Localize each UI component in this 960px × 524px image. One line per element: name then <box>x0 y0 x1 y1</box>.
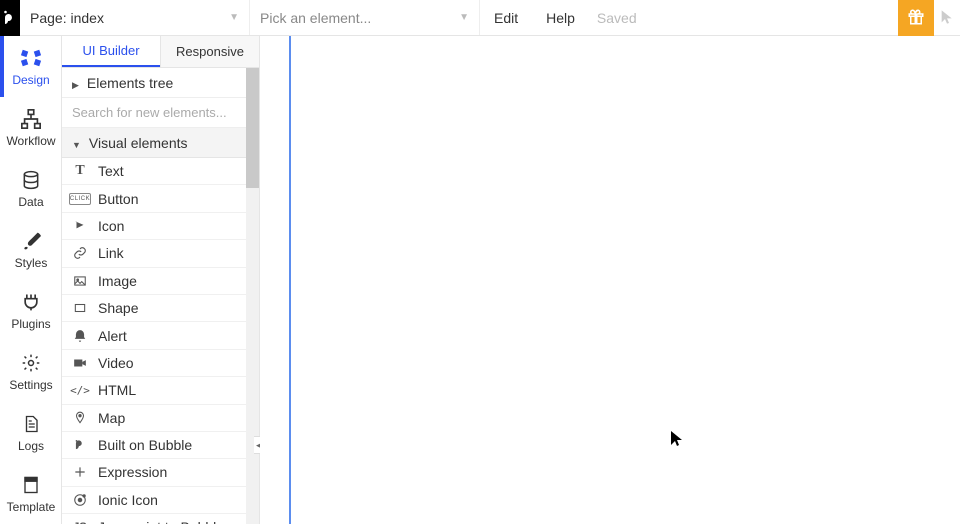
video-icon <box>72 355 88 371</box>
rail-plugins[interactable]: Plugins <box>0 280 62 341</box>
caret-down-icon: ▼ <box>229 12 239 23</box>
element-picker-dropdown[interactable]: Pick an element... ▼ <box>250 0 480 35</box>
canvas[interactable] <box>260 36 960 524</box>
element-label: Shape <box>98 300 138 316</box>
logs-icon <box>20 413 42 435</box>
page-selector-dropdown[interactable]: Page: index ▼ <box>20 0 250 35</box>
element-video[interactable]: Video <box>62 350 246 377</box>
element-link[interactable]: Link <box>62 240 246 267</box>
design-icon <box>20 47 42 69</box>
element-shape[interactable]: Shape <box>62 295 246 322</box>
expression-icon <box>72 464 88 480</box>
app-logo[interactable] <box>0 0 20 36</box>
element-label: HTML <box>98 382 136 398</box>
element-search-input[interactable] <box>72 105 236 120</box>
icon-icon <box>72 218 88 234</box>
help-menu[interactable]: Help <box>532 10 589 26</box>
selection-cursor-button[interactable] <box>934 0 960 36</box>
shape-icon <box>72 300 88 316</box>
data-icon <box>20 169 42 191</box>
panel-scrollbar[interactable] <box>246 68 259 524</box>
map-icon <box>72 410 88 426</box>
element-map[interactable]: Map <box>62 405 246 432</box>
element-html[interactable]: </> HTML <box>62 377 246 404</box>
element-label: Alert <box>98 328 127 344</box>
html-icon: </> <box>72 382 88 398</box>
element-built-on-bubble[interactable]: Built on Bubble <box>62 432 246 459</box>
canvas-page-edge <box>289 36 291 524</box>
element-label: Javascript to Bubble <box>98 519 224 524</box>
rail-settings[interactable]: Settings <box>0 341 62 402</box>
rail-workflow[interactable]: Workflow <box>0 97 62 158</box>
element-label: Link <box>98 245 124 261</box>
element-icon[interactable]: Icon <box>62 213 246 240</box>
element-label: Map <box>98 410 125 426</box>
element-text[interactable]: T Text <box>62 158 246 185</box>
gift-icon <box>907 8 925 29</box>
chevron-right-icon <box>72 75 79 91</box>
element-label: Expression <box>98 464 167 480</box>
element-label: Icon <box>98 218 124 234</box>
visual-elements-group[interactable]: Visual elements <box>62 128 246 158</box>
element-picker-placeholder: Pick an element... <box>260 10 371 26</box>
chevron-down-icon <box>72 135 81 151</box>
element-label: Video <box>98 355 134 371</box>
rail-styles[interactable]: Styles <box>0 219 62 280</box>
element-expression[interactable]: Expression <box>62 459 246 486</box>
left-nav-rail: Design Workflow Data Styles Plugins Sett… <box>0 36 62 524</box>
link-icon <box>72 245 88 261</box>
element-label: Built on Bubble <box>98 437 192 453</box>
workflow-icon <box>20 108 42 130</box>
image-icon <box>72 273 88 289</box>
page-selector-label: Page: index <box>30 10 104 26</box>
element-button[interactable]: CLICK Button <box>62 185 246 212</box>
element-label: Text <box>98 163 124 179</box>
template-icon <box>20 474 42 496</box>
built-on-bubble-icon <box>72 437 88 453</box>
element-ionic-icon[interactable]: Ionic Icon <box>62 487 246 514</box>
tab-responsive[interactable]: Responsive <box>160 36 259 67</box>
gift-button[interactable] <box>898 0 934 36</box>
element-image[interactable]: Image <box>62 268 246 295</box>
caret-down-icon: ▼ <box>459 12 469 23</box>
plugins-icon <box>20 291 42 313</box>
tab-ui-builder[interactable]: UI Builder <box>62 36 160 67</box>
element-label: Ionic Icon <box>98 492 158 508</box>
elements-tree-toggle[interactable]: Elements tree <box>62 68 246 98</box>
alert-icon <box>72 328 88 344</box>
text-icon: T <box>72 163 88 179</box>
ionic-icon-icon <box>72 492 88 508</box>
settings-icon <box>20 352 42 374</box>
rail-template[interactable]: Template <box>0 463 62 524</box>
element-label: Button <box>98 191 138 207</box>
element-label: Image <box>98 273 137 289</box>
javascript-to-bubble-icon: JS <box>72 519 88 524</box>
edit-menu[interactable]: Edit <box>480 10 532 26</box>
rail-design[interactable]: Design <box>0 36 62 97</box>
cursor-icon <box>939 9 955 28</box>
elements-panel: UI Builder Responsive Elements tree Visu… <box>62 36 260 524</box>
save-status: Saved <box>589 10 645 26</box>
rail-data[interactable]: Data <box>0 158 62 219</box>
button-icon: CLICK <box>72 191 88 207</box>
element-alert[interactable]: Alert <box>62 322 246 349</box>
styles-icon <box>20 230 42 252</box>
element-javascript-to-bubble[interactable]: JS Javascript to Bubble <box>62 514 246 524</box>
rail-logs[interactable]: Logs <box>0 402 62 463</box>
